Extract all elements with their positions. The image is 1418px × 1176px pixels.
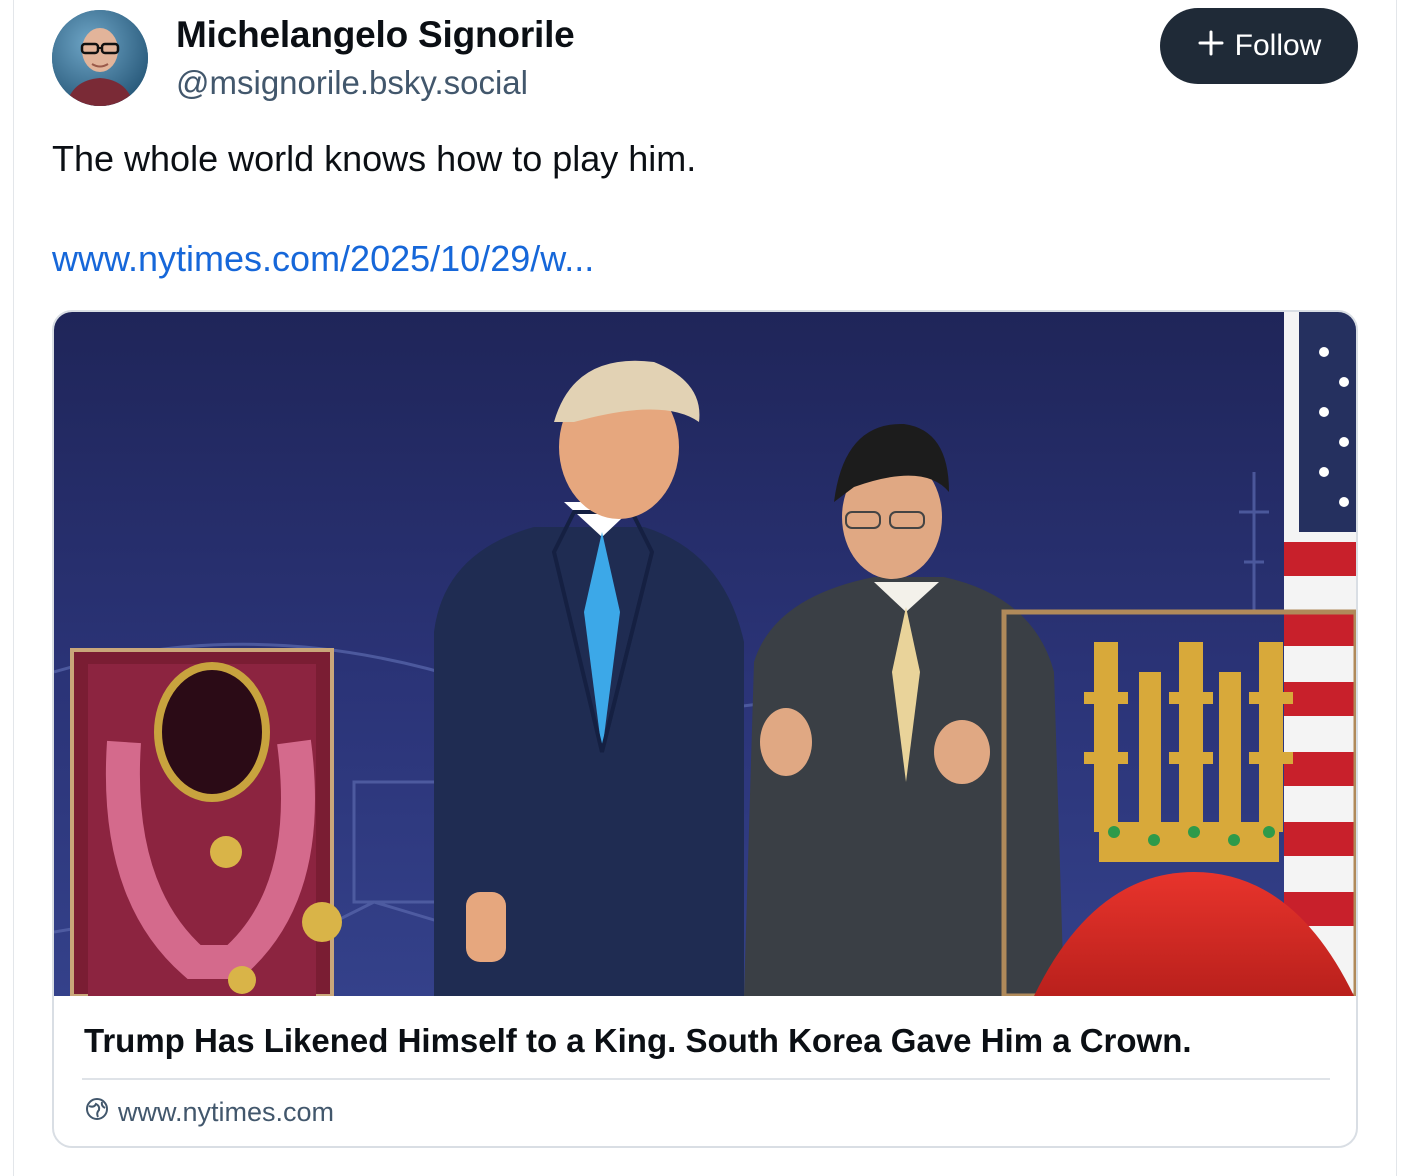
post-link[interactable]: www.nytimes.com/2025/10/29/w... xyxy=(52,238,594,280)
avatar[interactable] xyxy=(52,10,148,106)
follow-button[interactable]: Follow xyxy=(1160,8,1358,84)
card-title[interactable]: Trump Has Likened Himself to a King. Sou… xyxy=(84,1022,1192,1060)
globe-icon xyxy=(84,1096,110,1129)
card-domain-text: www.nytimes.com xyxy=(118,1097,335,1127)
author-name[interactable]: Michelangelo Signorile xyxy=(176,14,575,56)
author-handle[interactable]: @msignorile.bsky.social xyxy=(176,64,528,102)
post-text: The whole world knows how to play him. xyxy=(52,138,697,179)
follow-label: Follow xyxy=(1234,29,1322,62)
card-domain: www.nytimes.com xyxy=(84,1096,334,1129)
card-image xyxy=(54,312,1356,996)
link-card[interactable]: Trump Has Likened Himself to a King. Sou… xyxy=(52,310,1358,1148)
card-divider xyxy=(82,1078,1330,1080)
plus-icon xyxy=(1197,26,1225,64)
avatar-image xyxy=(52,10,148,106)
